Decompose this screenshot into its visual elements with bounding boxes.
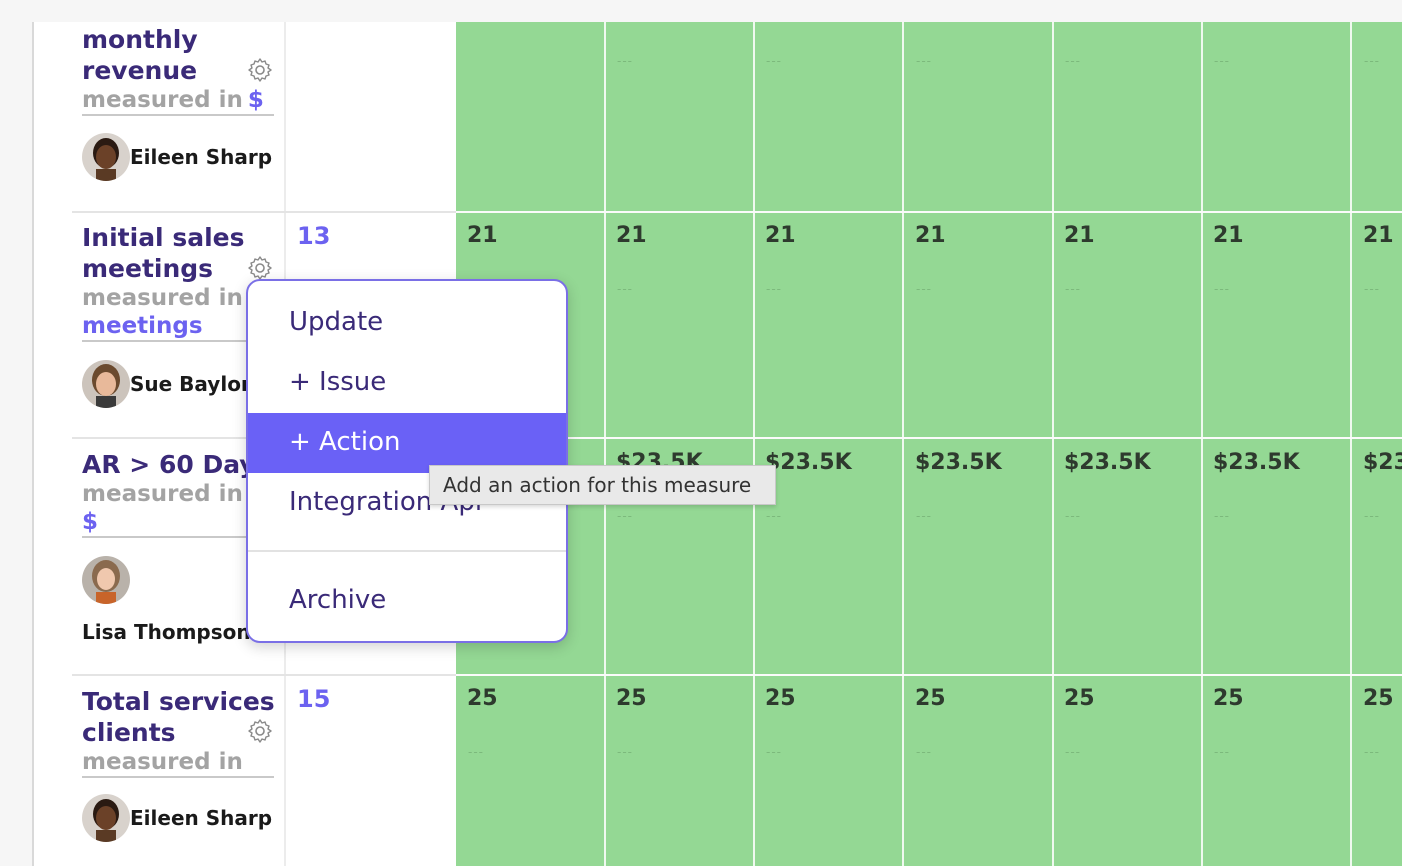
week-empty-marker: --- (916, 54, 932, 68)
week-value[interactable]: $23.5K (915, 450, 1002, 475)
goal-value[interactable]: 15 (297, 685, 330, 713)
avatar (82, 794, 130, 842)
week-empty-marker: --- (916, 509, 932, 523)
tooltip: Add an action for this measure (429, 465, 776, 505)
menu-item-update[interactable]: Update (248, 293, 566, 353)
menu-item-archive[interactable]: Archive (248, 571, 566, 631)
week-empty-marker: --- (1214, 745, 1230, 759)
avatar (82, 133, 130, 181)
weekly-cells-area (456, 22, 1402, 866)
column-divider (1201, 22, 1203, 866)
measure-unit-prefix: measured in (82, 749, 243, 775)
week-value[interactable]: 21 (765, 223, 796, 248)
week-value[interactable]: 21 (1064, 223, 1095, 248)
owner[interactable] (82, 556, 130, 604)
week-empty-marker: --- (1065, 282, 1081, 296)
menu-item-issue[interactable]: + Issue (248, 353, 566, 413)
column-divider (753, 22, 755, 866)
owner[interactable]: Eileen Sharp (82, 133, 272, 181)
week-value[interactable]: $23.5K (1064, 450, 1151, 475)
column-divider (1052, 22, 1054, 866)
menu-divider (248, 550, 566, 552)
measure-context-menu: Update + Issue + Action Integration Api … (246, 279, 568, 643)
week-empty-marker: --- (1364, 509, 1380, 523)
week-empty-marker: --- (468, 745, 484, 759)
week-value[interactable]: 25 (765, 686, 796, 711)
column-divider (604, 22, 606, 866)
top-strip (0, 0, 1402, 22)
week-empty-marker: --- (766, 509, 782, 523)
week-value[interactable]: 25 (1213, 686, 1244, 711)
week-value[interactable]: 21 (915, 223, 946, 248)
week-empty-marker: --- (617, 509, 633, 523)
week-value[interactable]: 21 (1363, 223, 1394, 248)
owner-name: Sue Baylor (130, 372, 251, 396)
week-empty-marker: --- (1364, 282, 1380, 296)
week-value[interactable]: 25 (1064, 686, 1095, 711)
gear-icon[interactable] (247, 718, 273, 744)
menu-item-action[interactable]: + Action (248, 413, 566, 473)
column-divider (902, 22, 904, 866)
week-empty-marker: --- (617, 282, 633, 296)
week-empty-marker: --- (617, 745, 633, 759)
row-divider (456, 211, 1402, 213)
week-empty-marker: --- (1214, 509, 1230, 523)
week-empty-marker: --- (916, 282, 932, 296)
avatar (82, 360, 130, 408)
week-value[interactable]: $23.5K (1363, 450, 1402, 475)
week-empty-marker: --- (1065, 745, 1081, 759)
avatar (82, 556, 130, 604)
row-divider (456, 437, 1402, 439)
week-value[interactable]: 25 (467, 686, 498, 711)
week-empty-marker: --- (1364, 745, 1380, 759)
week-empty-marker: --- (1214, 54, 1230, 68)
column-divider (1350, 22, 1352, 866)
owner-name: Eileen Sharp (130, 145, 273, 169)
week-value[interactable]: 25 (1363, 686, 1394, 711)
week-value[interactable]: 21 (1213, 223, 1244, 248)
goal-value[interactable]: 13 (297, 222, 330, 250)
gear-icon[interactable] (247, 255, 273, 281)
week-value[interactable]: 25 (616, 686, 647, 711)
scorecard: monthly revenue measured in $ Eileen Sha… (0, 0, 1402, 866)
week-empty-marker: --- (916, 745, 932, 759)
week-empty-marker: --- (1364, 54, 1380, 68)
week-value[interactable]: 21 (467, 223, 498, 248)
owner[interactable]: Eileen Sharp (82, 794, 272, 842)
owner-name: Lisa Thompson (82, 620, 251, 644)
left-gutter (0, 22, 34, 866)
week-empty-marker: --- (1065, 509, 1081, 523)
gear-icon[interactable] (247, 57, 273, 83)
week-empty-marker: --- (617, 54, 633, 68)
week-value[interactable]: 25 (915, 686, 946, 711)
week-empty-marker: --- (766, 282, 782, 296)
owner-name: Eileen Sharp (130, 806, 273, 830)
week-value[interactable]: $23.5K (1213, 450, 1300, 475)
week-empty-marker: --- (766, 745, 782, 759)
week-empty-marker: --- (1065, 54, 1081, 68)
measure-unit-prefix: measured in (82, 87, 243, 113)
week-empty-marker: --- (1214, 282, 1230, 296)
owner[interactable]: Sue Baylor (82, 360, 251, 408)
measure-unit[interactable]: $ (248, 87, 264, 113)
week-value[interactable]: $23.5K (765, 450, 852, 475)
row-divider (456, 674, 1402, 676)
week-value[interactable]: 21 (616, 223, 647, 248)
week-empty-marker: --- (766, 54, 782, 68)
